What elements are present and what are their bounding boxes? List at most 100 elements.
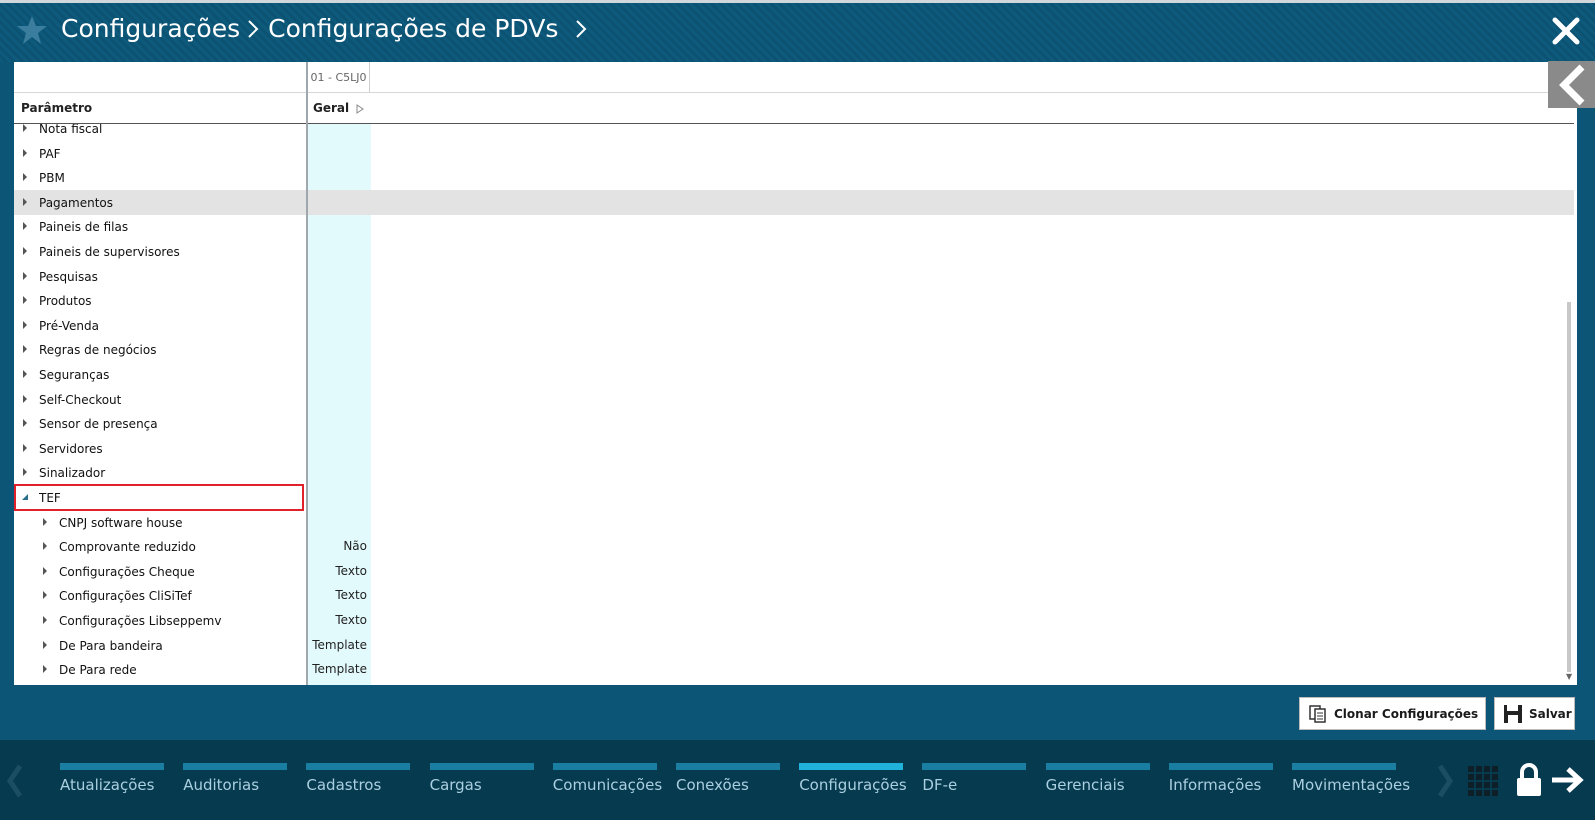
nav-tab[interactable]: Auditorias [183, 760, 289, 800]
breadcrumb-item[interactable]: Configurações [61, 14, 240, 43]
expand-triangle-icon[interactable] [42, 665, 48, 674]
nav-tab-label: Cadastros [306, 776, 382, 794]
tree-row-value[interactable]: Não [343, 539, 367, 553]
nav-tab[interactable]: DF-e [922, 760, 1028, 800]
tree-row[interactable]: Pré-Venda [14, 313, 1574, 338]
tree-row[interactable]: Self-Checkout [14, 387, 1574, 412]
tree-row-value[interactable]: Texto [335, 588, 367, 602]
nav-tab-label: DF-e [922, 776, 958, 794]
expand-triangle-icon[interactable] [42, 566, 48, 575]
expand-triangle-icon[interactable] [22, 271, 28, 280]
expand-triangle-icon[interactable] [42, 591, 48, 600]
tree-row[interactable]: Servidores [14, 436, 1574, 461]
tree-row-label: Configurações Cheque [59, 564, 195, 579]
expand-triangle-icon[interactable] [42, 616, 48, 624]
config-grid-panel: 01 - C5LJ0 Parâmetro Geral Nota fiscal PA… [14, 62, 1577, 685]
tree-row[interactable]: De Para bandeira Template [14, 633, 1574, 658]
expand-triangle-icon[interactable] [22, 345, 28, 354]
clone-config-button[interactable]: Clonar Configurações [1299, 697, 1486, 730]
tree-row-label: Pré-Venda [39, 318, 99, 333]
tree-row[interactable]: Configurações CliSiTef Texto [14, 583, 1574, 608]
expand-triangle-icon[interactable] [22, 296, 28, 305]
tree-row-label: De Para rede [59, 663, 137, 678]
save-icon [1504, 704, 1522, 723]
tree-row[interactable]: PAF [14, 141, 1574, 166]
tree-row[interactable]: Seguranças [14, 362, 1574, 387]
column-divider[interactable] [306, 62, 308, 685]
expand-triangle-icon[interactable] [22, 247, 28, 255]
expand-triangle-icon[interactable] [22, 320, 28, 329]
expand-triangle-icon[interactable] [22, 124, 28, 132]
breadcrumb-item[interactable]: Configurações de PDVs [268, 14, 558, 43]
window-top-border [0, 0, 1595, 3]
save-button[interactable]: Salvar [1494, 697, 1575, 730]
nav-tab[interactable]: Conexões [676, 760, 782, 800]
expand-triangle-icon[interactable] [42, 517, 48, 526]
tree-row-value[interactable]: Texto [335, 564, 367, 578]
scroll-down-icon[interactable]: ▼ [1566, 672, 1572, 681]
nav-tab-label: Auditorias [183, 776, 260, 794]
expand-triangle-icon[interactable] [22, 394, 28, 403]
logout-arrow-icon[interactable] [1550, 766, 1584, 794]
expand-triangle-icon[interactable] [22, 222, 28, 231]
expand-triangle-icon[interactable] [22, 443, 28, 452]
apps-grid-icon[interactable] [1467, 765, 1499, 797]
tree-row[interactable]: Pagamentos [14, 189, 1574, 215]
expand-triangle-icon[interactable] [22, 197, 28, 206]
tree-row[interactable]: Paineis de filas [14, 214, 1574, 239]
geral-column-header[interactable]: Geral [313, 101, 349, 115]
nav-tab-label: Gerenciais [1045, 776, 1125, 794]
clone-icon [1309, 704, 1326, 723]
nav-tab[interactable]: Cadastros [306, 760, 412, 800]
tree-row-label: Seguranças [39, 368, 110, 382]
tree-row[interactable]: Nota fiscal [14, 124, 1574, 141]
nav-tab[interactable]: Gerenciais [1045, 760, 1152, 800]
expand-triangle-icon[interactable] [22, 468, 28, 477]
nav-tab-indicator [799, 763, 904, 770]
nav-tab[interactable]: Comunicações [552, 760, 663, 800]
tree-row[interactable]: Sensor de presença [14, 411, 1574, 436]
close-icon[interactable] [1551, 16, 1581, 46]
tree-row[interactable]: Pesquisas [14, 264, 1574, 289]
tree-row-label: Servidores [39, 441, 103, 456]
nav-tab-label: Comunicações [552, 776, 663, 794]
tree-row[interactable]: Produtos [14, 288, 1574, 313]
nav-next-icon[interactable] [1436, 763, 1454, 799]
expand-triangle-icon[interactable] [42, 542, 48, 551]
scroll-thumb[interactable] [1567, 302, 1571, 672]
tree-row[interactable]: PBM [14, 165, 1574, 190]
expand-triangle-icon[interactable] [22, 370, 28, 378]
tree-row[interactable]: Configurações Libseppemv Texto [14, 608, 1574, 633]
tree-row-label: Paineis de filas [39, 220, 129, 235]
tree-row[interactable]: Regras de negócios [14, 337, 1574, 362]
tree-row[interactable]: CNPJ software house [14, 510, 1574, 535]
expand-triangle-icon[interactable] [22, 173, 28, 182]
expand-triangle-icon[interactable] [22, 419, 28, 428]
tree-row-value[interactable]: Template [312, 662, 367, 676]
collapse-panel-icon[interactable] [1548, 61, 1595, 108]
expand-triangle-icon[interactable] [22, 148, 28, 157]
save-label: Salvar [1529, 706, 1572, 721]
tree-row-value[interactable]: Template [312, 638, 367, 652]
grid-header: Parâmetro Geral [14, 93, 1574, 124]
nav-tab-label: Atualizações [60, 776, 155, 794]
tree-row[interactable]: Sinalizador [14, 460, 1574, 485]
tree-row-value[interactable]: Texto [335, 613, 367, 627]
store-column-header[interactable]: 01 - C5LJ0 [307, 62, 370, 93]
nav-tab[interactable]: Informações [1168, 760, 1275, 800]
nav-tab[interactable]: Cargas [429, 760, 536, 800]
vertical-scrollbar[interactable]: ▼ [1564, 124, 1577, 685]
nav-tab[interactable]: Configurações [799, 760, 907, 800]
tree-row[interactable]: Paineis de supervisores [14, 239, 1574, 264]
tree-row[interactable]: Comprovante reduzido Não [14, 534, 1574, 559]
tree-row[interactable]: De Para rede Template [14, 657, 1574, 682]
lock-icon[interactable] [1515, 762, 1543, 798]
nav-tab[interactable]: Movimentações [1292, 760, 1410, 800]
tree-row-label: Configurações CliSiTef [59, 589, 192, 604]
favorite-star-icon[interactable] [16, 14, 48, 46]
expand-right-icon[interactable] [356, 104, 364, 114]
nav-prev-icon[interactable] [6, 763, 24, 799]
tree-row[interactable]: Configurações Cheque Texto [14, 559, 1574, 584]
expand-triangle-icon[interactable] [42, 640, 48, 649]
nav-tab[interactable]: Atualizações [60, 760, 166, 800]
